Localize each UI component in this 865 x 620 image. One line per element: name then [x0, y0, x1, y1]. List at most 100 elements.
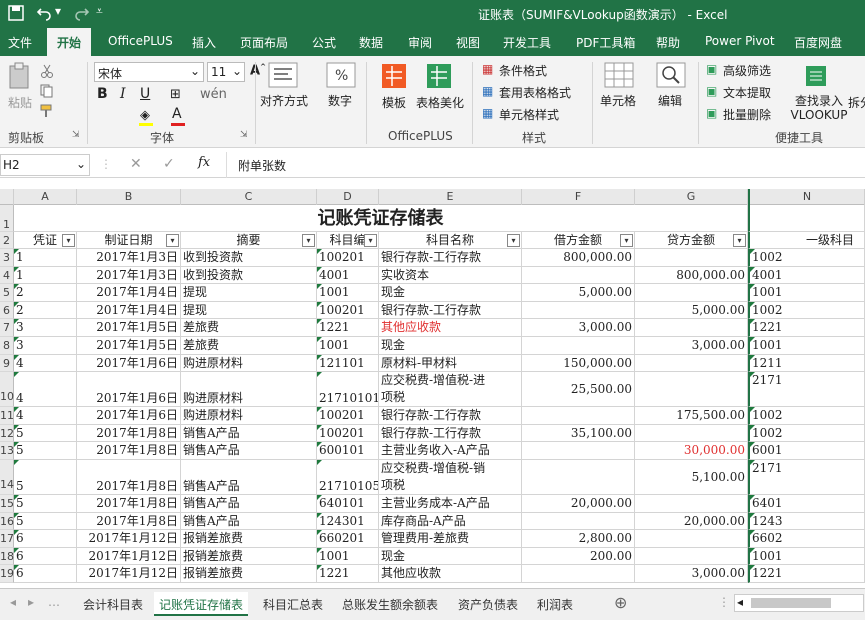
function-icon[interactable]: fx	[198, 155, 210, 170]
table-beautify-icon[interactable]	[425, 62, 453, 90]
table-cell[interactable]: 差旅费	[181, 319, 317, 337]
table-cell[interactable]: 5	[14, 424, 77, 443]
table-cell[interactable]: 6001	[748, 442, 865, 460]
table-cell[interactable]: 6602	[748, 530, 865, 548]
table-cell[interactable]: 2017年1月8日	[77, 512, 181, 531]
table-cell[interactable]: 2017年1月5日	[77, 319, 181, 337]
table-cell[interactable]: 1221	[317, 319, 379, 337]
table-cell[interactable]: 1002	[748, 407, 865, 425]
tab-developer[interactable]: 开发工具	[503, 34, 551, 51]
table-cell[interactable]: 100201	[317, 301, 379, 320]
table-cell[interactable]: 2017年1月8日	[77, 495, 181, 513]
name-box[interactable]: H2 ⌄	[0, 154, 90, 176]
table-cell[interactable]: 现金	[379, 284, 522, 302]
table-cell[interactable]: 1001	[748, 547, 865, 566]
sheet-tab-ledger[interactable]: 总账发生额余额表	[337, 592, 443, 616]
table-cell[interactable]: 124301	[317, 512, 379, 531]
table-cell[interactable]: 银行存款-工行存款	[379, 249, 522, 267]
template-button[interactable]: 模板	[382, 94, 406, 111]
filter-dropdown-icon[interactable]: ▾	[620, 234, 633, 247]
table-cell[interactable]: 1001	[317, 547, 379, 566]
table-cell[interactable]: 5,000.00	[522, 284, 635, 302]
find-vlookup-button[interactable]: 查找录入VLOOKUP	[790, 94, 848, 122]
table-cell[interactable]: 3,000.00	[635, 565, 748, 583]
table-cell[interactable]: 购进原材料	[181, 354, 317, 373]
table-cell[interactable]: 100201	[317, 424, 379, 443]
table-cell[interactable]: 20,000.00	[635, 512, 748, 531]
row-header[interactable]: 6	[0, 301, 14, 320]
table-cell[interactable]: 1221	[748, 565, 865, 583]
table-cell[interactable]: 640101	[317, 495, 379, 513]
table-cell[interactable]	[635, 530, 748, 548]
row-header[interactable]: 4	[0, 266, 14, 285]
sheet-title[interactable]: 记账凭证存储表	[14, 205, 748, 232]
table-cell[interactable]: 200.00	[522, 547, 635, 566]
filter-dropdown-icon[interactable]: ▾	[166, 234, 179, 247]
table-cell[interactable]: 4001	[317, 266, 379, 285]
paste-label[interactable]: 粘贴	[8, 94, 32, 111]
table-cell[interactable]: 差旅费	[181, 337, 317, 355]
table-cell[interactable]: 1	[14, 249, 77, 267]
clipboard-launcher-icon[interactable]: ⇲	[72, 130, 80, 140]
table-cell[interactable]: 800,000.00	[635, 266, 748, 285]
tab-baidu-netdisk[interactable]: 百度网盘	[794, 34, 842, 51]
cancel-icon[interactable]: ✕	[130, 156, 142, 172]
row-header[interactable]: 17	[0, 530, 14, 548]
table-cell[interactable]: 银行存款-工行存款	[379, 301, 522, 320]
row-header[interactable]: 3	[0, 249, 14, 267]
row-header[interactable]: 10	[0, 372, 14, 408]
formula-input[interactable]: 附单张数	[238, 157, 286, 174]
table-cell[interactable]: 购进原材料	[181, 407, 317, 425]
table-cell[interactable]: 销售A产品	[181, 512, 317, 531]
table-cell[interactable]: 2017年1月6日	[77, 354, 181, 373]
table-cell[interactable]: 121101	[317, 354, 379, 373]
table-cell[interactable]: 6	[14, 565, 77, 583]
table-cell[interactable]: 21710105	[317, 460, 379, 495]
advanced-filter-button[interactable]: 高级筛选	[723, 62, 771, 79]
fill-color-icon[interactable]: ◈	[140, 108, 150, 123]
table-cell[interactable]: 150,000.00	[522, 354, 635, 373]
table-cell[interactable]	[635, 249, 748, 267]
table-cell[interactable]: 6	[14, 530, 77, 548]
row-header[interactable]: 8	[0, 337, 14, 355]
table-cell[interactable]: 5	[14, 512, 77, 531]
text-extract-button[interactable]: 文本提取	[723, 84, 771, 101]
table-cell[interactable]: 销售A产品	[181, 460, 317, 495]
select-all-corner[interactable]	[0, 189, 14, 205]
table-cell[interactable]: 2017年1月3日	[77, 249, 181, 267]
table-cell[interactable]: 5	[14, 460, 77, 495]
worksheet-grid[interactable]: 1 记账凭证存储表 2 凭证 ▾ 制证日期 ▾ 摘要 ▾ 科目编 ▾ 科目名称 ▾ 借方金额 ▾ 贷方金额…	[0, 205, 865, 588]
tab-insert[interactable]: 插入	[192, 34, 216, 51]
table-cell[interactable]: 25,500.00	[522, 372, 635, 408]
table-cell[interactable]: 4	[14, 372, 77, 408]
tab-help[interactable]: 帮助	[656, 34, 680, 51]
table-cell[interactable]: 175,500.00	[635, 407, 748, 425]
save-icon[interactable]	[8, 5, 24, 21]
cells-icon[interactable]	[604, 62, 634, 88]
column-title-5[interactable]: 借方金额	[522, 232, 635, 249]
column-title-4[interactable]: 科目名称	[379, 232, 522, 249]
table-cell[interactable]: 1211	[748, 354, 865, 373]
table-cell[interactable]: 1001	[748, 284, 865, 302]
font-size-select[interactable]: 11 ⌄	[207, 62, 245, 82]
table-cell[interactable]: 2017年1月4日	[77, 284, 181, 302]
tab-file[interactable]: 文件	[8, 34, 32, 51]
table-cell[interactable]: 2017年1月3日	[77, 266, 181, 285]
table-cell[interactable]: 21710101	[317, 372, 379, 408]
table-cell[interactable]: 其他应收款	[379, 319, 522, 337]
table-cell[interactable]: 1243	[748, 512, 865, 531]
row-header[interactable]: 12	[0, 424, 14, 443]
table-cell[interactable]	[522, 266, 635, 285]
add-sheet-icon[interactable]: ⊕	[614, 593, 627, 612]
table-cell[interactable]	[635, 495, 748, 513]
column-header[interactable]: F	[522, 189, 635, 205]
tab-officeplus[interactable]: OfficePLUS	[108, 34, 173, 48]
row-header[interactable]: 15	[0, 495, 14, 513]
column-header[interactable]: B	[77, 189, 181, 205]
table-cell[interactable]	[522, 337, 635, 355]
increase-font-icon[interactable]: A^	[250, 63, 266, 78]
table-cell[interactable]	[635, 319, 748, 337]
quick-access-customize-icon[interactable]: ⩡	[96, 4, 103, 19]
undo-dropdown-icon[interactable]: ▾	[55, 4, 61, 18]
column-header[interactable]: D	[317, 189, 379, 205]
